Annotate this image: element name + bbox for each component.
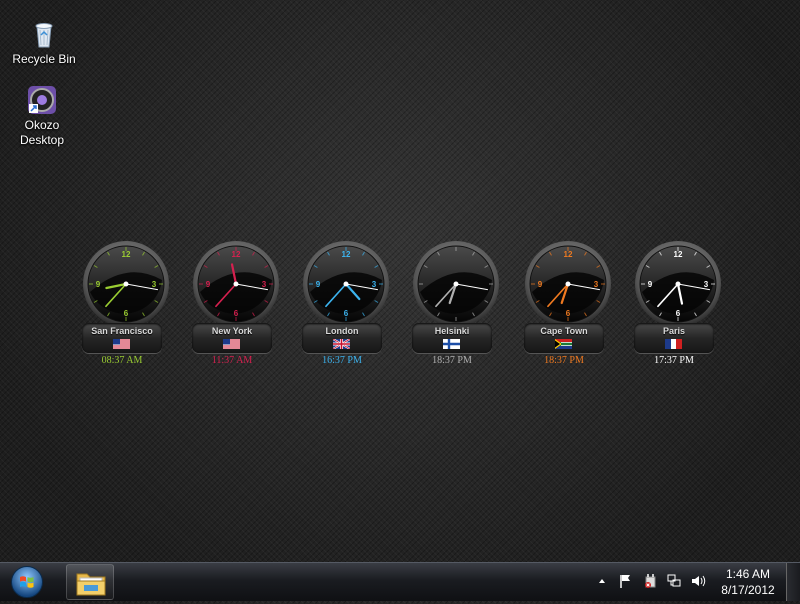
desktop-icon-label-line1: Okozo: [24, 118, 60, 132]
clock-numeral: 12: [232, 250, 241, 259]
clock-numeral: 6: [344, 309, 349, 318]
clock-time-readout: 18:37 PM: [432, 355, 472, 366]
clock-face: 12 3 6 9: [303, 241, 389, 327]
clock-label-plate: Paris: [634, 323, 714, 353]
desktop: Recycle Bin Okozo Desktop 12 3 6 9 San F…: [0, 0, 800, 562]
taskbar-explorer-button[interactable]: [66, 564, 114, 600]
flag-us-icon: [113, 339, 130, 349]
flag-za-icon: [555, 339, 572, 349]
clock-helsinki[interactable]: Helsinki 18:37 PM: [408, 240, 504, 370]
clock-numeral: 9: [648, 280, 653, 289]
taskbar-time: 1:46 AM: [725, 567, 771, 581]
desktop-icon-recycle-bin[interactable]: Recycle Bin: [8, 18, 80, 67]
recycle-bin-icon: [28, 18, 60, 50]
clock-time-readout: 16:37 PM: [322, 355, 362, 366]
clock-numeral: 3: [594, 280, 599, 289]
clock-time-readout: 11:37 AM: [211, 355, 253, 366]
windows-start-icon: [8, 566, 46, 603]
city-name: Helsinki: [434, 326, 470, 336]
desktop-icon-label-line2: Desktop: [19, 133, 65, 147]
clock-numeral: 3: [704, 280, 709, 289]
clock-numeral: 3: [152, 280, 157, 289]
desktop-icon-label: Recycle Bin: [12, 52, 76, 66]
clock-face: 12 3 6 9: [193, 241, 279, 327]
clock-label-plate: Helsinki: [412, 323, 492, 353]
clock-label-plate: New York: [192, 323, 272, 353]
clock-numeral: 6: [124, 309, 129, 318]
clock-numeral: 6: [234, 309, 239, 318]
flag-fi-icon: [443, 339, 460, 349]
clock-san-francisco[interactable]: 12 3 6 9 San Francisco 08:37 AM: [78, 240, 174, 370]
action-center-flag-icon[interactable]: [618, 573, 634, 589]
clock-london[interactable]: 12 3 6 9 London 16:37 PM: [298, 240, 394, 370]
clock-label-plate: San Francisco: [82, 323, 162, 353]
clock-numeral: 9: [206, 280, 211, 289]
clock-time-readout: 08:37 AM: [101, 355, 143, 366]
clock-face: [413, 241, 499, 327]
flag-fr-icon: [665, 339, 682, 349]
clock-numeral: 6: [676, 309, 681, 318]
clock-time-readout: 17:37 PM: [654, 355, 694, 366]
clock-time-readout: 18:37 PM: [544, 355, 584, 366]
taskbar-date: 8/17/2012: [721, 583, 775, 597]
desktop-icon-okozo-desktop[interactable]: Okozo Desktop: [6, 84, 78, 148]
folder-icon: [75, 569, 107, 602]
clock-face: 12 3 6 9: [635, 241, 721, 327]
volume-icon[interactable]: [690, 573, 706, 589]
taskbar-clock[interactable]: 1:46 AM 8/17/2012: [712, 566, 784, 598]
clock-numeral: 6: [566, 309, 571, 318]
city-name: San Francisco: [91, 326, 153, 336]
clock-numeral: 12: [564, 250, 573, 259]
okozo-icon: [26, 84, 58, 116]
clock-numeral: 12: [342, 250, 351, 259]
clock-paris[interactable]: 12 3 6 9 Paris 17:37 PM: [630, 240, 726, 370]
clock-new-york[interactable]: 12 3 6 9 New York 11:37 AM: [188, 240, 284, 370]
clock-numeral: 12: [674, 250, 683, 259]
clock-numeral: 12: [122, 250, 131, 259]
clock-numeral: 3: [262, 280, 267, 289]
network-icon[interactable]: [666, 573, 682, 589]
clock-numeral: 9: [96, 280, 101, 289]
clock-numeral: 9: [538, 280, 543, 289]
taskbar: 1:46 AM 8/17/2012: [0, 562, 800, 601]
flag-uk-icon: [333, 339, 350, 349]
clock-numeral: 3: [372, 280, 377, 289]
show-hidden-icons-arrow-icon[interactable]: [594, 573, 610, 589]
clock-numeral: 9: [316, 280, 321, 289]
city-name: Cape Town: [540, 326, 588, 336]
city-name: Paris: [662, 326, 686, 336]
city-name: New York: [211, 326, 253, 336]
clock-face: 12 3 6 9: [525, 241, 611, 327]
clock-label-plate: Cape Town: [524, 323, 604, 353]
clock-label-plate: London: [302, 323, 382, 353]
flag-us-icon: [223, 339, 240, 349]
clock-cape-town[interactable]: 12 3 6 9 Cape Town 18:37 PM: [520, 240, 616, 370]
start-button[interactable]: [8, 565, 46, 599]
city-name: London: [325, 326, 359, 336]
show-desktop-button[interactable]: [786, 563, 800, 601]
clock-face: 12 3 6 9: [83, 241, 169, 327]
power-icon[interactable]: [642, 573, 658, 589]
